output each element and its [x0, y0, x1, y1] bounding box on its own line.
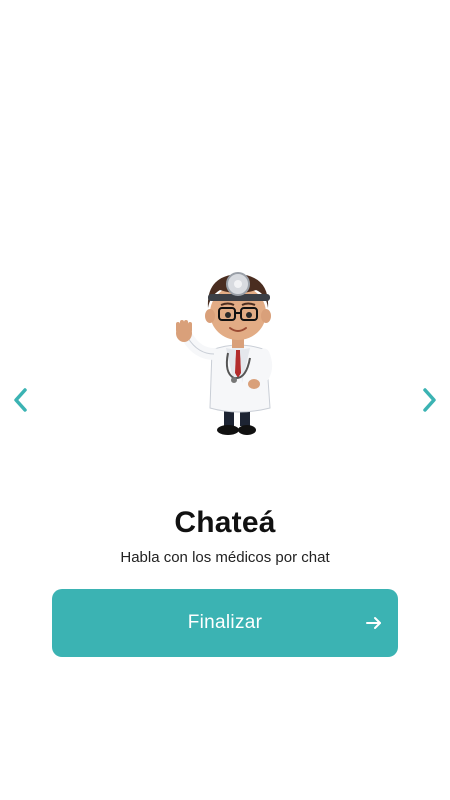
previous-slide-button[interactable]	[4, 383, 38, 417]
next-slide-button[interactable]	[412, 383, 446, 417]
arrow-right-icon	[366, 617, 381, 629]
finish-button-label: Finalizar	[187, 612, 263, 633]
slide-subtitle: Habla con los médicos por chat	[120, 549, 330, 566]
chevron-right-icon	[423, 388, 436, 412]
slide-title: Chateá	[174, 506, 276, 539]
finish-button[interactable]: Finalizar	[52, 589, 398, 657]
doctor-illustration	[168, 258, 280, 438]
chevron-left-icon	[14, 388, 27, 412]
